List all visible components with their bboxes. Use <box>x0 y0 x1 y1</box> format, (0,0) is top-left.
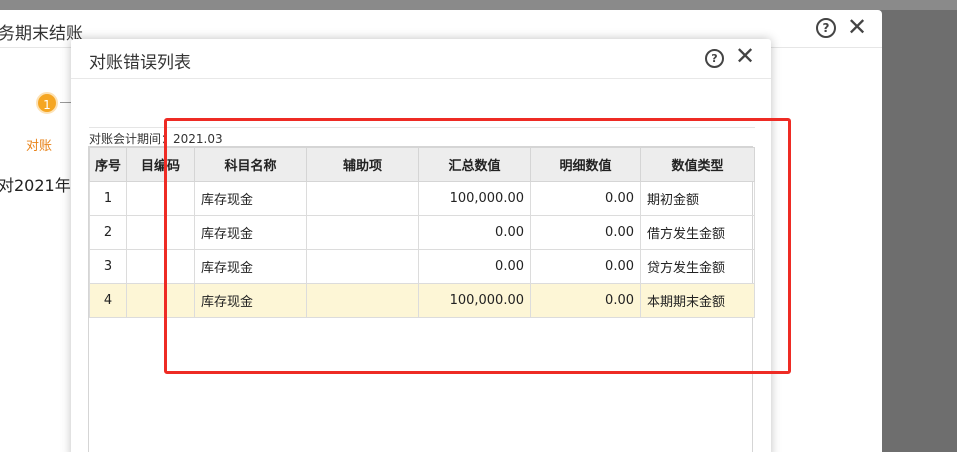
column-header-code[interactable]: 目编码 <box>126 147 195 182</box>
cell-detail-value: 0.00 <box>530 283 641 318</box>
cell-detail-value: 0.00 <box>530 181 641 216</box>
reconciliation-error-dialog: 对账错误列表 ? ✕ 对账会计期间：2021.03 序号 目编码 科目名称 辅助… <box>71 39 771 452</box>
cell-no: 4 <box>89 283 127 318</box>
accounting-period-label: 对账会计期间：2021.03 <box>89 132 223 146</box>
cell-value-type: 借方发生金额 <box>640 215 755 250</box>
cell-account-name: 库存现金 <box>194 181 307 216</box>
cell-no: 2 <box>89 215 127 250</box>
dialog-header: 对账错误列表 ? ✕ <box>71 39 771 79</box>
cell-no: 1 <box>89 181 127 216</box>
step-indicator: 1 <box>36 92 58 114</box>
cell-total-value: 100,000.00 <box>418 283 531 318</box>
cell-account-name: 库存现金 <box>194 215 307 250</box>
column-header-detail-value[interactable]: 明细数值 <box>530 147 641 182</box>
cell-code <box>126 181 195 216</box>
cell-auxiliary <box>306 249 419 284</box>
error-table-container[interactable]: 序号 目编码 科目名称 辅助项 汇总数值 明细数值 数值类型 1 库存现金 10… <box>88 146 755 452</box>
close-icon[interactable]: ✕ <box>735 42 755 70</box>
cell-total-value: 0.00 <box>418 249 531 284</box>
table-row[interactable]: 1 库存现金 100,000.00 0.00 期初金额 <box>89 181 755 216</box>
cell-total-value: 100,000.00 <box>418 181 531 216</box>
cell-no: 3 <box>89 249 127 284</box>
close-icon[interactable]: ✕ <box>847 13 867 41</box>
error-table: 序号 目编码 科目名称 辅助项 汇总数值 明细数值 数值类型 1 库存现金 10… <box>89 147 755 318</box>
step-label: 对账 <box>26 139 53 154</box>
divider <box>89 127 755 128</box>
cell-auxiliary <box>306 283 419 318</box>
help-icon[interactable]: ? <box>705 49 724 68</box>
dialog-title: 对账错误列表 <box>89 53 191 73</box>
cell-code <box>126 215 195 250</box>
column-header-no[interactable]: 序号 <box>89 147 127 182</box>
table-row[interactable]: 2 库存现金 0.00 0.00 借方发生金额 <box>89 215 755 250</box>
cell-total-value: 0.00 <box>418 215 531 250</box>
table-row-selected[interactable]: 4 库存现金 100,000.00 0.00 本期期末金额 <box>89 283 755 318</box>
cell-code <box>126 249 195 284</box>
column-header-total-value[interactable]: 汇总数值 <box>418 147 531 182</box>
column-header-account-name[interactable]: 科目名称 <box>194 147 307 182</box>
cell-value-type: 本期期末金额 <box>640 283 755 318</box>
cell-value-type: 贷方发生金额 <box>640 249 755 284</box>
cell-detail-value: 0.00 <box>530 215 641 250</box>
table-header-row: 序号 目编码 科目名称 辅助项 汇总数值 明细数值 数值类型 <box>89 147 755 182</box>
cell-detail-value: 0.00 <box>530 249 641 284</box>
background-description: 对2021年 <box>0 176 71 195</box>
cell-auxiliary <box>306 181 419 216</box>
top-bar <box>0 0 957 10</box>
cell-account-name: 库存现金 <box>194 283 307 318</box>
cell-code <box>126 283 195 318</box>
cell-account-name: 库存现金 <box>194 249 307 284</box>
column-header-value-type[interactable]: 数值类型 <box>640 147 755 182</box>
table-row[interactable]: 3 库存现金 0.00 0.00 贷方发生金额 <box>89 249 755 284</box>
cell-value-type: 期初金额 <box>640 181 755 216</box>
cell-auxiliary <box>306 215 419 250</box>
column-header-auxiliary[interactable]: 辅助项 <box>306 147 419 182</box>
help-icon[interactable]: ? <box>816 18 836 38</box>
